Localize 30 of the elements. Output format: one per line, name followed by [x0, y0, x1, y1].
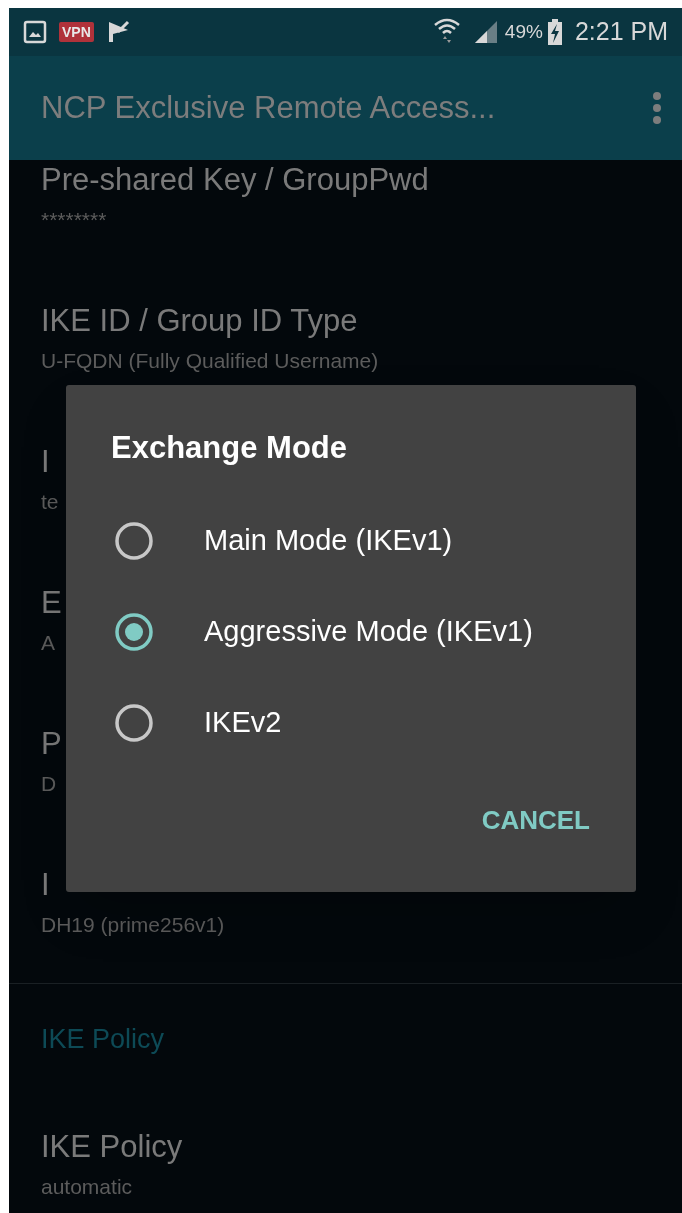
setting-title[interactable]: I	[41, 442, 50, 482]
setting-title[interactable]: Pre-shared Key / GroupPwd	[41, 160, 429, 200]
setting-summary: DH19 (prime256v1)	[41, 912, 225, 938]
setting-title[interactable]: E	[41, 583, 62, 623]
radio-option[interactable]: Aggressive Mode (IKEv1)	[66, 586, 636, 678]
vpn-badge: VPN	[59, 22, 94, 42]
setting-title[interactable]: IKE Policy	[41, 1127, 183, 1167]
battery-charging-icon	[546, 19, 563, 45]
setting-summary: A	[41, 630, 55, 656]
setting-summary: D	[41, 771, 57, 797]
dialog-title: Exchange Mode	[111, 429, 348, 467]
setting-summary: te	[41, 489, 59, 515]
setting-title[interactable]: I	[41, 865, 50, 905]
setting-summary: automatic	[41, 1174, 133, 1200]
battery-percentage: 49%	[504, 19, 543, 44]
app-title: NCP Exclusive Remote Access...	[41, 88, 497, 127]
image-icon	[23, 20, 47, 44]
radio-selected-icon[interactable]	[114, 612, 154, 652]
setting-summary: ********	[41, 207, 107, 233]
radio-option[interactable]: IKEv2	[66, 677, 636, 769]
section-header: IKE Policy	[41, 1022, 165, 1056]
radio-option[interactable]: Main Mode (IKEv1)	[66, 495, 636, 587]
setting-summary: U-FQDN (Fully Qualified Username)	[41, 348, 379, 374]
setting-title[interactable]: P	[41, 724, 62, 764]
radio-icon[interactable]	[114, 703, 154, 743]
clock: 2:21 PM	[574, 16, 668, 48]
cancel-button[interactable]: CANCEL	[469, 795, 602, 846]
more-options-icon[interactable]	[652, 91, 662, 125]
setting-title[interactable]: IKE ID / Group ID Type	[41, 301, 358, 341]
radio-icon[interactable]	[114, 521, 154, 561]
